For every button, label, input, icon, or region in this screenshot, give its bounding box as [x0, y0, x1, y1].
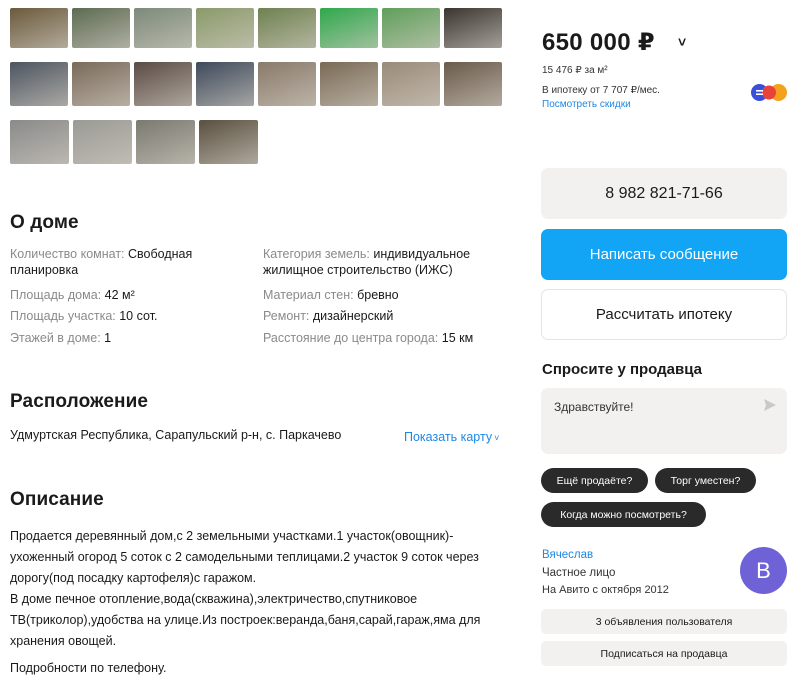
photo-thumbnail[interactable] — [134, 62, 192, 106]
photo-thumbnail[interactable] — [320, 8, 378, 48]
photo-thumbnail[interactable] — [196, 8, 254, 48]
param-wall-material: Материал стен: бревно — [263, 288, 399, 302]
send-icon[interactable] — [763, 398, 777, 412]
photo-thumbnail[interactable] — [10, 62, 68, 106]
ask-seller-text: Здравствуйте! — [554, 400, 634, 414]
quick-reply-bargain[interactable]: Торг уместен? — [655, 468, 756, 493]
chevron-down-icon: ˅ — [494, 433, 500, 443]
show-phone-button[interactable]: 8 982 821-71-66 — [541, 168, 787, 219]
param-land-category: Категория земель: индивидуальное — [263, 247, 471, 261]
param-floors: Этажей в доме: 1 — [10, 331, 112, 345]
param-land-area: Площадь участка: 10 сот. — [10, 309, 158, 323]
description-title: Описание — [10, 489, 104, 510]
about-title: О доме — [10, 212, 79, 233]
photo-thumbnail[interactable] — [72, 62, 130, 106]
seller-type: Частное лицо — [542, 567, 616, 579]
subscribe-seller-button[interactable]: Подписаться на продавца — [541, 641, 787, 666]
calculate-mortgage-button[interactable]: Рассчитать ипотеку — [541, 289, 787, 340]
gallery-row-1 — [10, 8, 502, 48]
param-renovation: Ремонт: дизайнерский — [263, 309, 394, 323]
quick-reply-when-view[interactable]: Когда можно посмотреть? — [541, 502, 706, 527]
price-per-meter: 15 476 ₽ за м² — [542, 65, 608, 76]
seller-since: На Авито с октября 2012 — [542, 584, 669, 596]
write-message-button[interactable]: Написать сообщение — [541, 229, 787, 280]
user-ads-button[interactable]: 3 объявления пользователя — [541, 609, 787, 634]
param-house-area: Площадь дома: 42 м² — [10, 288, 135, 302]
gallery-row-3 — [10, 120, 502, 164]
param-rooms-cont: планировка — [10, 263, 79, 277]
address-text: Удмуртская Республика, Сарапульский р-н,… — [10, 428, 342, 442]
param-land-category-cont: жилищное строительство (ИЖС) — [263, 263, 453, 277]
domclick-logo-icon — [751, 84, 787, 101]
gallery-row-2 — [10, 62, 502, 106]
photo-thumbnail[interactable] — [134, 8, 192, 48]
param-distance: Расстояние до центра города: 15 км — [263, 331, 474, 345]
view-discounts-link[interactable]: Посмотреть скидки — [542, 99, 631, 110]
photo-thumbnail[interactable] — [73, 120, 132, 164]
price-chevron-down-icon[interactable]: ˅ — [678, 34, 686, 50]
param-rooms: Количество комнат: Свободная — [10, 247, 193, 261]
photo-thumbnail[interactable] — [444, 62, 502, 106]
photo-thumbnail[interactable] — [444, 8, 502, 48]
photo-gallery — [10, 8, 502, 178]
photo-thumbnail[interactable] — [10, 8, 68, 48]
photo-thumbnail[interactable] — [136, 120, 195, 164]
quick-reply-still-selling[interactable]: Ещё продаёте? — [541, 468, 648, 493]
photo-thumbnail[interactable] — [199, 120, 258, 164]
mortgage-info: В ипотеку от 7 707 ₽/мес. — [542, 85, 660, 96]
seller-name-link[interactable]: Вячеслав — [542, 549, 593, 561]
photo-thumbnail[interactable] — [382, 8, 440, 48]
photo-thumbnail[interactable] — [382, 62, 440, 106]
price: 650 000 ₽ — [542, 29, 655, 56]
photo-thumbnail[interactable] — [258, 62, 316, 106]
photo-thumbnail[interactable] — [320, 62, 378, 106]
photo-thumbnail[interactable] — [258, 8, 316, 48]
description-text: Продается деревянный дом,с 2 земельными … — [10, 529, 481, 675]
seller-avatar[interactable]: В — [740, 547, 787, 594]
photo-thumbnail[interactable] — [10, 120, 69, 164]
ask-seller-input[interactable]: Здравствуйте! — [541, 388, 787, 454]
ask-seller-title: Спросите у продавца — [542, 361, 702, 378]
photo-thumbnail[interactable] — [72, 8, 130, 48]
photo-thumbnail[interactable] — [196, 62, 254, 106]
show-map-link[interactable]: Показать карту ˅ — [404, 430, 499, 444]
location-title: Расположение — [10, 391, 149, 412]
